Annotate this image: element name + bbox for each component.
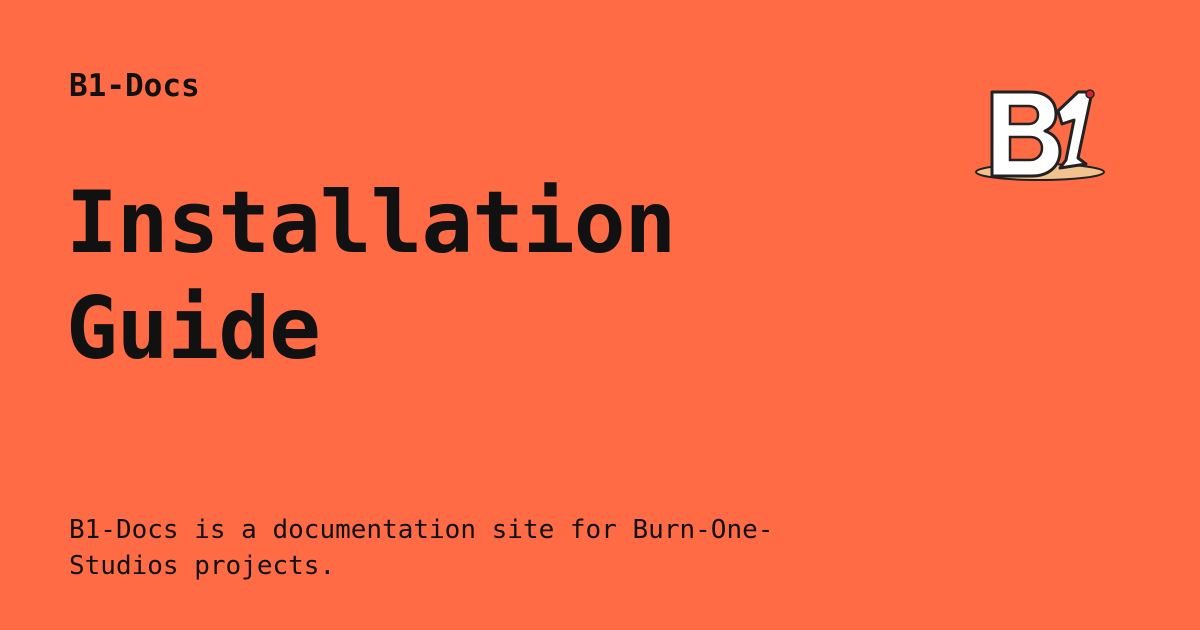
page-description: B1-Docs is a documentation site for Burn… <box>69 515 774 581</box>
logo-one <box>1056 90 1094 170</box>
logo-b <box>990 90 1062 178</box>
page-title: Installation Guide <box>66 173 676 379</box>
b1-logo <box>974 84 1114 184</box>
site-name: B1-Docs <box>69 68 200 104</box>
